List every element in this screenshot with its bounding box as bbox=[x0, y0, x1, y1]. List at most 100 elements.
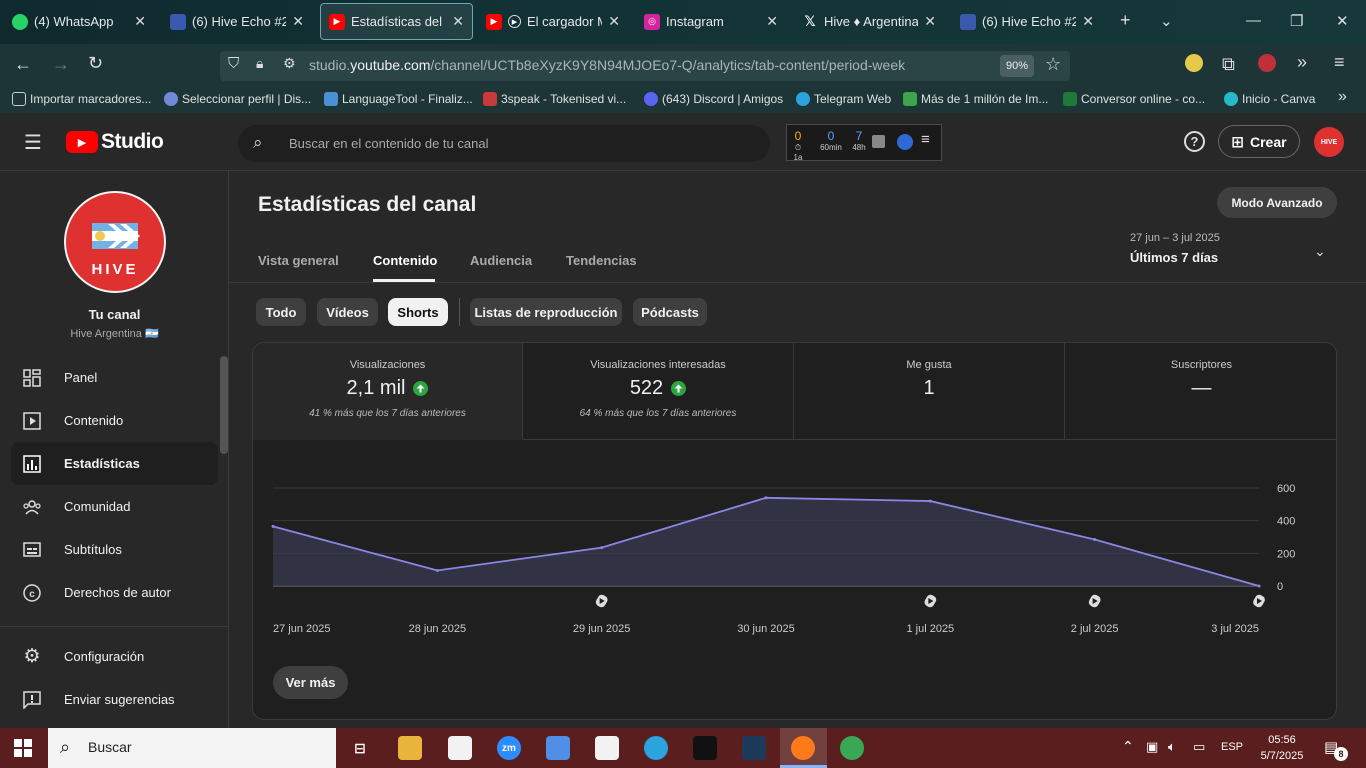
sidebar-scrollbar[interactable] bbox=[220, 356, 228, 454]
lock-icon[interactable]: 🔒︎ bbox=[256, 55, 263, 72]
date-range[interactable]: 27 jun – 3 jul 2025 bbox=[1130, 232, 1220, 244]
bookmark-item[interactable]: 3speak - Tokenised vi... bbox=[483, 92, 626, 106]
chip-todo[interactable]: Todo bbox=[256, 298, 306, 326]
sidebar-item-sugerencias[interactable]: Enviar sugerencias bbox=[11, 678, 218, 721]
file-explorer-icon[interactable] bbox=[398, 736, 422, 760]
close-tab-icon[interactable]: ✕ bbox=[1082, 13, 1094, 30]
advanced-mode-button[interactable]: Modo Avanzado bbox=[1217, 187, 1337, 218]
sidebar-item-panel[interactable]: Panel bbox=[11, 356, 218, 399]
bookmark-item[interactable]: (643) Discord | Amigos bbox=[644, 92, 783, 106]
metric-subscribers[interactable]: Suscriptores — bbox=[1065, 343, 1336, 439]
metric-engaged-views[interactable]: Visualizaciones interesadas 522 64 % más… bbox=[523, 343, 794, 439]
network-icon[interactable]: ▭ bbox=[1193, 739, 1205, 755]
zoom-app-icon[interactable]: zm bbox=[497, 736, 521, 760]
zoom-level[interactable]: 90% bbox=[1000, 55, 1034, 77]
chip-videos[interactable]: Vídeos bbox=[317, 298, 378, 326]
bookmark-item[interactable]: Seleccionar perfil | Dis... bbox=[164, 92, 311, 106]
channel-avatar[interactable]: HIVE bbox=[64, 191, 166, 293]
tab-contenido[interactable]: Contenido bbox=[373, 253, 437, 268]
app-icon[interactable] bbox=[742, 736, 766, 760]
bookmark-item[interactable]: Telegram Web bbox=[796, 92, 891, 106]
tab-tendencias[interactable]: Tendencias bbox=[566, 253, 637, 268]
sidebar-item-subtitulos[interactable]: Subtítulos bbox=[11, 528, 218, 571]
close-tab-icon[interactable]: ✕ bbox=[766, 13, 778, 30]
permissions-icon[interactable]: ⚙ bbox=[283, 55, 296, 72]
tab-instagram[interactable]: ◎ Instagram ✕ bbox=[636, 3, 786, 40]
sidebar-item-estadisticas[interactable]: Estadísticas bbox=[11, 442, 218, 485]
bookmark-item[interactable]: Conversor online - co... bbox=[1063, 92, 1205, 106]
vidiq-icon[interactable] bbox=[897, 134, 913, 150]
forward-icon[interactable]: → bbox=[52, 54, 70, 75]
tab-audiencia[interactable]: Audiencia bbox=[470, 253, 532, 268]
bookmarks-overflow-icon[interactable]: » bbox=[1338, 88, 1347, 106]
menu-icon[interactable]: ≡ bbox=[921, 131, 930, 148]
close-tab-icon[interactable]: ✕ bbox=[134, 13, 146, 30]
metric-views[interactable]: Visualizaciones 2,1 mil 41 % más que los… bbox=[253, 343, 523, 439]
chip-podcasts[interactable]: Pódcasts bbox=[633, 298, 707, 326]
bookmark-item[interactable]: Inicio - Canva bbox=[1224, 92, 1315, 106]
close-tab-icon[interactable]: ✕ bbox=[608, 13, 620, 30]
taskbar-search-input[interactable]: Buscar bbox=[88, 739, 132, 755]
chevron-down-icon[interactable]: ⌄ bbox=[1314, 243, 1326, 260]
back-icon[interactable]: ← bbox=[14, 54, 32, 75]
bookmark-item[interactable]: Importar marcadores... bbox=[12, 92, 151, 106]
url-text[interactable]: studio.youtube.com/channel/UCTb8eXyzK9Y8… bbox=[309, 57, 905, 73]
tab-cargador[interactable]: ▶ ▶ El cargador M ✕ bbox=[478, 3, 628, 40]
capcut-icon[interactable] bbox=[693, 736, 717, 760]
bookmark-item[interactable]: LanguageTool - Finaliz... bbox=[324, 92, 473, 106]
see-more-button[interactable]: Ver más bbox=[273, 666, 348, 699]
volume-icon[interactable]: 🔈︎ bbox=[1168, 739, 1176, 755]
firefox-icon[interactable] bbox=[791, 736, 815, 760]
search-input[interactable]: Buscar en el contenido de tu canal bbox=[289, 136, 488, 151]
search-icon[interactable]: ⌕ bbox=[253, 133, 263, 153]
sidebar-item-contenido[interactable]: Contenido bbox=[11, 399, 218, 442]
extension-icon[interactable] bbox=[1185, 54, 1203, 72]
sidebar-item-derechos[interactable]: c Derechos de autor bbox=[11, 571, 218, 614]
views-chart[interactable]: 0 200 400 600 27 jun 2025 28 jun 2025 29 jun 2… bbox=[252, 440, 1337, 640]
store-icon[interactable] bbox=[546, 736, 570, 760]
key-extension-icon[interactable] bbox=[1258, 54, 1276, 72]
restore-icon[interactable]: ❐ bbox=[1290, 12, 1303, 30]
menu-icon[interactable]: ≡ bbox=[1334, 52, 1345, 73]
chip-listas[interactable]: Listas de reproducción bbox=[470, 298, 622, 326]
tab-vista-general[interactable]: Vista general bbox=[258, 253, 339, 268]
camera-icon[interactable]: ▣ bbox=[1146, 739, 1158, 755]
windows-start-icon[interactable] bbox=[14, 739, 32, 762]
studio-logo[interactable]: ▶ Studio bbox=[66, 130, 164, 154]
close-tab-icon[interactable]: ✕ bbox=[924, 13, 936, 30]
tab-hive-echo-1[interactable]: (6) Hive Echo #23 -✕ bbox=[162, 3, 312, 40]
tab-hive-echo-2[interactable]: (6) Hive Echo #23 -✕ bbox=[952, 3, 1102, 40]
date-preset[interactable]: Últimos 7 días bbox=[1130, 250, 1218, 265]
shield-icon[interactable]: ⛉ bbox=[228, 55, 239, 72]
chevron-down-icon[interactable]: ⌄ bbox=[1160, 12, 1173, 30]
more-tools-icon[interactable]: » bbox=[1297, 52, 1307, 73]
bookmark-item[interactable]: Más de 1 millón de Im... bbox=[903, 92, 1048, 106]
sidebar-item-comunidad[interactable]: Comunidad bbox=[11, 485, 218, 528]
close-tab-icon[interactable]: ✕ bbox=[452, 13, 464, 30]
tab-estadisticas[interactable]: ▶Estadísticas del can✕ bbox=[320, 3, 473, 40]
chevron-up-icon[interactable]: ⌃ bbox=[1122, 738, 1134, 755]
document-icon[interactable] bbox=[448, 736, 472, 760]
avatar[interactable]: HIVE bbox=[1314, 127, 1344, 157]
close-tab-icon[interactable]: ✕ bbox=[292, 13, 304, 30]
new-tab-icon[interactable]: + bbox=[1120, 10, 1131, 31]
help-icon[interactable]: ? bbox=[1184, 131, 1205, 152]
chip-shorts[interactable]: Shorts bbox=[388, 298, 448, 326]
language-indicator[interactable]: ESP bbox=[1221, 741, 1243, 753]
telegram-icon[interactable] bbox=[644, 736, 668, 760]
chrome-icon[interactable] bbox=[840, 736, 864, 760]
reload-icon[interactable]: ↻ bbox=[88, 53, 103, 74]
extensions-puzzle-icon[interactable]: ⧉ bbox=[1222, 54, 1235, 75]
bookmark-star-icon[interactable]: ☆ bbox=[1045, 54, 1061, 75]
notepad-icon[interactable] bbox=[595, 736, 619, 760]
chart-icon[interactable] bbox=[872, 135, 885, 148]
clock[interactable]: 05:56 5/7/2025 bbox=[1254, 732, 1310, 764]
close-window-icon[interactable]: ✕ bbox=[1336, 12, 1349, 30]
tab-x-hive-argentina[interactable]: 𝕏 Hive ♦ Argentina ✕ bbox=[794, 3, 944, 40]
sidebar-item-configuracion[interactable]: ⚙ Configuración bbox=[11, 635, 218, 678]
hamburger-menu-icon[interactable]: ☰ bbox=[24, 130, 42, 155]
task-view-icon[interactable]: ⊟ bbox=[348, 736, 372, 760]
tab-whatsapp[interactable]: (4) WhatsApp ✕ bbox=[4, 3, 154, 40]
create-button[interactable]: ⊞ Crear bbox=[1218, 125, 1300, 158]
minimize-icon[interactable]: — bbox=[1246, 12, 1261, 29]
